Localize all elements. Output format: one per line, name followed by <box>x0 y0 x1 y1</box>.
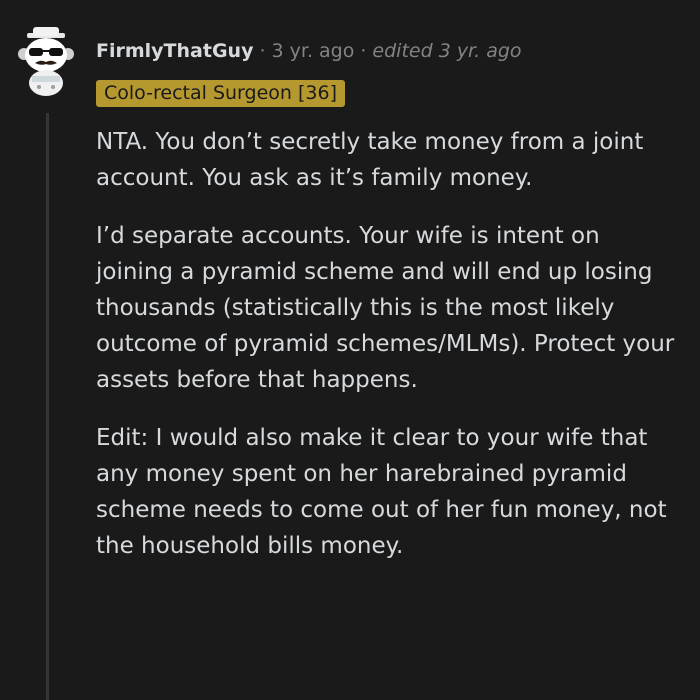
user-avatar-icon[interactable] <box>17 27 75 97</box>
comment-paragraph: Edit: I would also make it clear to your… <box>96 425 667 559</box>
meta-separator: · <box>360 40 367 62</box>
meta-separator: · <box>259 40 266 62</box>
comment-body: NTA. You don’t secretly take money from … <box>96 124 676 586</box>
comment-paragraph: I’d separate accounts. Your wife is inte… <box>96 223 675 393</box>
edited-timestamp: edited 3 yr. ago <box>372 40 522 62</box>
comment-meta: FirmlyThatGuy · 3 yr. ago · edited 3 yr.… <box>96 36 522 66</box>
comment: FirmlyThatGuy · 3 yr. ago · edited 3 yr.… <box>0 0 700 700</box>
comment-paragraph: NTA. You don’t secretly take money from … <box>96 129 644 191</box>
comment-timestamp[interactable]: 3 yr. ago <box>272 40 355 62</box>
user-flair-badge: Colo-rectal Surgeon [36] <box>96 80 345 107</box>
thread-collapse-line[interactable] <box>46 113 49 700</box>
username-link[interactable]: FirmlyThatGuy <box>96 40 253 62</box>
